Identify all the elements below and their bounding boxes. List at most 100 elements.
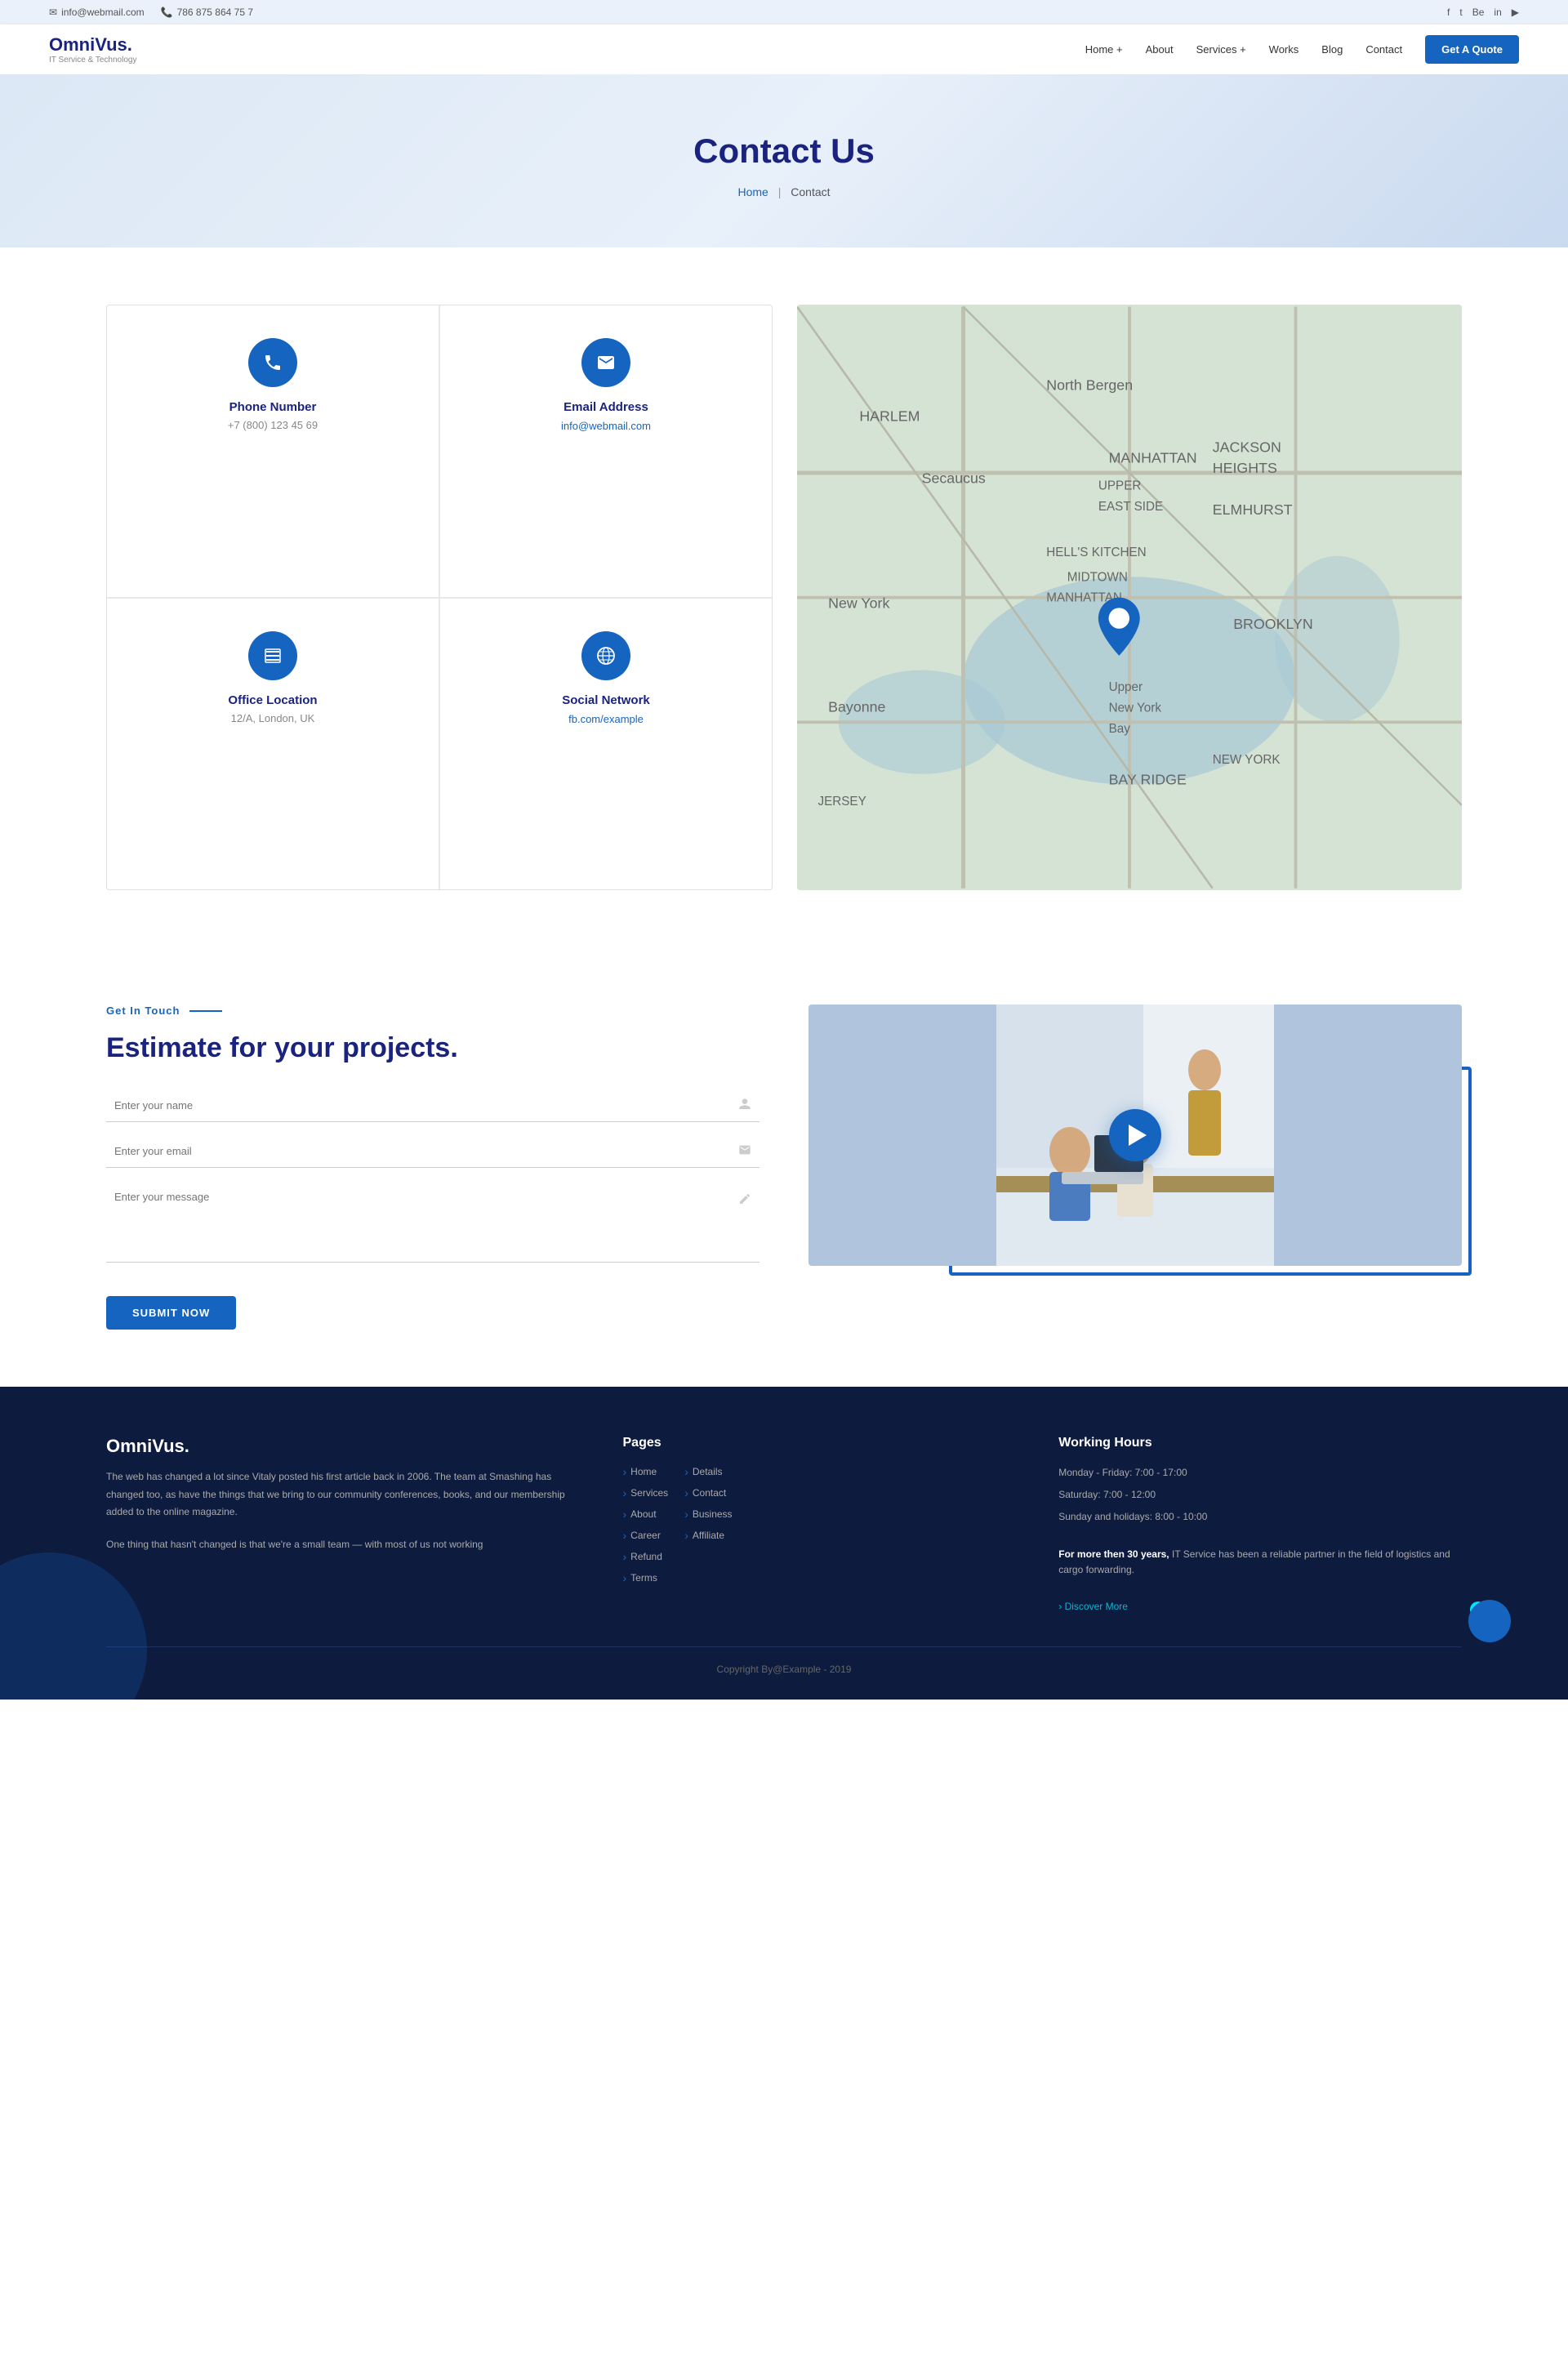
svg-text:HELL'S KITCHEN: HELL'S KITCHEN [1046,546,1146,559]
footer-link-details[interactable]: Details [684,1465,732,1478]
nav-works[interactable]: Works [1269,43,1299,56]
estimate-title: Estimate for your projects. [106,1031,760,1065]
office-card-title: Office Location [123,693,422,707]
email-card-value[interactable]: info@webmail.com [561,420,651,432]
nav-about[interactable]: About [1146,43,1174,56]
submit-button[interactable]: Submit Now [106,1296,236,1330]
top-bar: ✉ info@webmail.com 📞 786 875 864 75 7 f … [0,0,1568,25]
office-icon-circle [248,631,297,680]
footer-link-refund[interactable]: Refund [623,1550,669,1563]
social-twitter[interactable]: t [1459,7,1462,18]
footer-link-terms[interactable]: Terms [623,1571,669,1584]
svg-text:New York: New York [1109,702,1162,715]
name-input[interactable] [106,1089,760,1122]
phone-icon [263,353,283,372]
footer-hours-title: Working Hours [1058,1436,1462,1450]
footer-pages-columns: Home Services About Career Refund Terms … [623,1465,1027,1593]
navbar: OmniVus. IT Service & Technology Home + … [0,25,1568,74]
footer-link-business[interactable]: Business [684,1508,732,1521]
contact-card-email: Email Address info@webmail.com [439,305,772,598]
nav-home[interactable]: Home + [1085,43,1123,56]
svg-text:New York: New York [828,595,889,611]
logo-subtitle: IT Service & Technology [49,56,136,65]
breadcrumb-home[interactable]: Home [737,185,768,198]
contact-card-office: Office Location 12/A, London, UK [107,598,439,890]
footer-grid: OmniVus. The web has changed a lot since… [106,1436,1462,1614]
copyright-text: Copyright By@Example - 2019 [717,1664,852,1675]
social-linkedin[interactable]: in [1494,7,1501,18]
svg-text:Upper: Upper [1109,680,1143,694]
phone-card-value: +7 (800) 123 45 69 [123,419,422,431]
svg-text:Bayonne: Bayonne [828,699,885,715]
svg-text:MIDTOWN: MIDTOWN [1067,570,1128,584]
svg-text:Bay: Bay [1109,722,1131,736]
message-field-container [106,1181,760,1267]
svg-text:BAY RIDGE: BAY RIDGE [1109,772,1187,788]
breadcrumb-sep: | [778,185,782,198]
discover-more-link[interactable]: › Discover More [1058,1601,1128,1612]
footer-link-home[interactable]: Home [623,1465,669,1478]
office-card-value: 12/A, London, UK [123,712,422,724]
email-field-container [106,1135,760,1168]
footer-pages-title: Pages [623,1436,1027,1450]
svg-text:HARLEM: HARLEM [859,408,920,424]
phone-card-title: Phone Number [123,400,422,414]
footer-brand: OmniVus. The web has changed a lot since… [106,1436,590,1614]
nav-links: Home + About Services + Works Blog Conta… [1085,35,1519,64]
footer-link-about[interactable]: About [623,1508,669,1521]
svg-text:NEW YORK: NEW YORK [1213,753,1281,767]
social-youtube[interactable]: ▶ [1512,7,1519,18]
office-icon [263,646,283,666]
video-thumbnail [808,1005,1462,1266]
hero-banner: Contact Us Home | Contact [0,74,1568,247]
footer-brand-text1: The web has changed a lot since Vitaly p… [106,1468,590,1521]
estimate-form-area: Get In Touch Estimate for your projects. [106,1005,760,1330]
logo-name: OmniVus. [49,34,136,56]
svg-text:ELMHURST: ELMHURST [1213,501,1293,518]
nav-services[interactable]: Services + [1196,43,1246,56]
contact-card-social: Social Network fb.com/example [439,598,772,890]
hero-title: Contact Us [16,131,1552,171]
footer-pages-col2: Details Contact Business Affiliate [684,1465,732,1593]
footer-link-services[interactable]: Services [623,1486,669,1499]
breadcrumb-current: Contact [791,185,830,198]
email-icon [596,353,616,372]
message-input[interactable] [106,1181,760,1263]
social-card-title: Social Network [457,693,755,707]
footer-link-affiliate[interactable]: Affiliate [684,1529,732,1542]
phone-icon: 📞 [161,7,173,18]
get-quote-button[interactable]: Get A Quote [1425,35,1519,64]
nav-blog[interactable]: Blog [1321,43,1343,56]
footer-link-career[interactable]: Career [623,1529,669,1542]
social-behance[interactable]: Be [1472,7,1485,18]
email-icon: ✉ [49,7,57,18]
footer-hours-note: For more then 30 years, IT Service has b… [1058,1547,1462,1578]
footer-pages: Pages Home Services About Career Refund … [623,1436,1027,1614]
footer-brand-text2: One thing that hasn't changed is that we… [106,1536,590,1554]
contact-card-phone: Phone Number +7 (800) 123 45 69 [107,305,439,598]
footer: OmniVus. The web has changed a lot since… [0,1387,1568,1700]
map-container: HARLEM North Bergen Secaucus MANHATTAN U… [797,305,1462,890]
social-links: f t Be in ▶ [1447,7,1519,18]
footer-link-contact[interactable]: Contact [684,1486,732,1499]
svg-text:BROOKLYN: BROOKLYN [1233,616,1313,632]
social-card-value[interactable]: fb.com/example [568,713,644,725]
map-background: HARLEM North Bergen Secaucus MANHATTAN U… [797,305,1462,890]
footer-brand-name: OmniVus. [106,1436,590,1457]
footer-hours-note-bold: For more then 30 years, [1058,1548,1169,1560]
email-input[interactable] [106,1135,760,1168]
logo: OmniVus. IT Service & Technology [49,34,136,65]
mail-icon [738,1143,751,1160]
play-button[interactable] [1109,1109,1161,1161]
map-svg: HARLEM North Bergen Secaucus MANHATTAN U… [797,305,1462,890]
footer-hours-line1: Monday - Friday: 7:00 - 17:00 [1058,1465,1462,1481]
section-label: Get In Touch [106,1005,760,1017]
svg-text:UPPER: UPPER [1098,479,1142,492]
footer-pages-col1: Home Services About Career Refund Terms [623,1465,669,1593]
footer-decoration-circle-medium [1468,1600,1511,1642]
svg-text:JERSEY: JERSEY [817,795,866,809]
social-facebook[interactable]: f [1447,7,1450,18]
email-icon-circle [581,338,630,387]
topbar-email: info@webmail.com [61,7,145,18]
nav-contact[interactable]: Contact [1365,43,1402,56]
